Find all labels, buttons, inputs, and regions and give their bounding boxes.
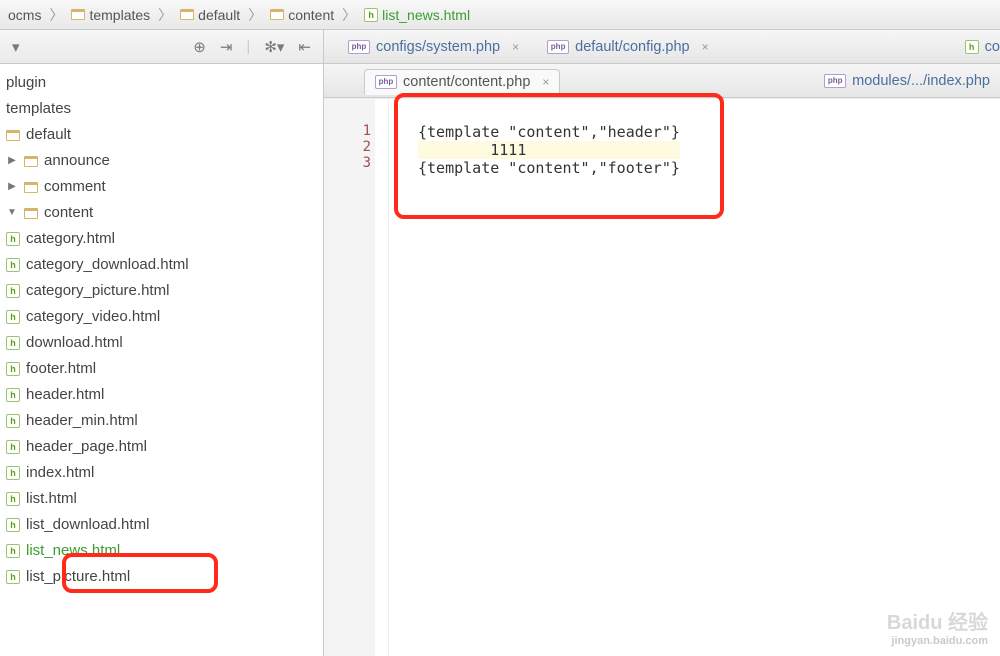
html-file-icon: h: [965, 40, 979, 54]
line-number: 3: [324, 155, 371, 171]
tab-overflow[interactable]: h co: [955, 35, 1000, 59]
html-file-icon: h: [6, 466, 20, 480]
chevron-down-icon[interactable]: ▼: [6, 200, 18, 226]
sidebar-toolbar: ▾ ⊕ ⇥ | ✻▾ ⇤: [0, 30, 323, 64]
file-list-picture[interactable]: hlist_picture.html: [0, 564, 323, 590]
html-file-icon: h: [6, 414, 20, 428]
file-category[interactable]: hcategory.html: [0, 226, 323, 252]
tree-templates[interactable]: templates: [0, 96, 323, 122]
tab-content-content[interactable]: php content/content.php ×: [364, 69, 560, 95]
file-footer[interactable]: hfooter.html: [0, 356, 323, 382]
php-file-icon: php: [824, 74, 846, 88]
chevron-right-icon[interactable]: ▶: [6, 148, 18, 174]
html-file-icon: h: [6, 388, 20, 402]
tree-content[interactable]: ▼content: [0, 200, 323, 226]
file-index[interactable]: hindex.html: [0, 460, 323, 486]
tree-plugin[interactable]: plugin: [0, 70, 323, 96]
crumb-ocms[interactable]: ocms: [4, 7, 45, 23]
collapse-icon[interactable]: ⇥: [220, 38, 233, 56]
close-icon[interactable]: ×: [702, 40, 709, 54]
tab-configs-system[interactable]: php configs/system.php ×: [338, 35, 529, 59]
folder-icon: [6, 130, 20, 141]
file-category-download[interactable]: hcategory_download.html: [0, 252, 323, 278]
php-file-icon: php: [375, 75, 397, 89]
html-file-icon: h: [364, 8, 378, 22]
file-header-page[interactable]: hheader_page.html: [0, 434, 323, 460]
divider: |: [246, 38, 250, 55]
file-category-picture[interactable]: hcategory_picture.html: [0, 278, 323, 304]
folder-icon: [180, 9, 194, 20]
close-icon[interactable]: ×: [542, 75, 549, 89]
line-gutter: 1 2 3: [324, 99, 382, 656]
editor-tabs-row-1: php configs/system.php × php default/con…: [324, 30, 1000, 64]
html-file-icon: h: [6, 284, 20, 298]
tab-default-config[interactable]: php default/config.php ×: [537, 35, 719, 59]
line-number: 1: [324, 123, 371, 139]
html-file-icon: h: [6, 336, 20, 350]
html-file-icon: h: [6, 232, 20, 246]
fold-bar: [375, 99, 389, 656]
html-file-icon: h: [6, 258, 20, 272]
tree-comment[interactable]: ▶comment: [0, 174, 323, 200]
folder-icon: [270, 9, 284, 20]
crumb-content[interactable]: content: [266, 7, 338, 23]
code-content[interactable]: {template "content","header"} 1111{templ…: [382, 99, 680, 656]
file-download[interactable]: hdownload.html: [0, 330, 323, 356]
crumb-default[interactable]: default: [176, 7, 244, 23]
file-header-min[interactable]: hheader_min.html: [0, 408, 323, 434]
crumb-templates[interactable]: templates: [67, 7, 154, 23]
folder-icon: [24, 156, 38, 167]
folder-icon: [71, 9, 85, 20]
folder-icon: [24, 182, 38, 193]
close-icon[interactable]: ×: [512, 40, 519, 54]
gear-icon[interactable]: ✻▾: [264, 38, 284, 56]
file-list-download[interactable]: hlist_download.html: [0, 512, 323, 538]
chevron-right-icon[interactable]: ▶: [6, 174, 18, 200]
html-file-icon: h: [6, 310, 20, 324]
html-file-icon: h: [6, 518, 20, 532]
code-editor[interactable]: 1 2 3 {template "content","header"} 1111…: [324, 98, 1000, 656]
file-list[interactable]: hlist.html: [0, 486, 323, 512]
hide-icon[interactable]: ⇤: [298, 38, 311, 56]
tab-modules-index[interactable]: php modules/.../index.php: [814, 69, 1000, 93]
line-number: 2: [324, 139, 371, 155]
file-category-video[interactable]: hcategory_video.html: [0, 304, 323, 330]
breadcrumb-bar: ocms 〉 templates 〉 default 〉 content 〉 h…: [0, 0, 1000, 30]
tree-default[interactable]: default: [0, 122, 323, 148]
editor-tabs-row-2: php content/content.php × php modules/..…: [324, 64, 1000, 98]
folder-icon: [24, 208, 38, 219]
crumb-file[interactable]: hlist_news.html: [360, 7, 474, 23]
project-dropdown-icon[interactable]: ▾: [12, 38, 20, 56]
html-file-icon: h: [6, 492, 20, 506]
editor-area: php configs/system.php × php default/con…: [324, 30, 1000, 656]
html-file-icon: h: [6, 544, 20, 558]
project-tree: plugin templates default ▶announce ▶comm…: [0, 64, 323, 590]
html-file-icon: h: [6, 362, 20, 376]
tree-announce[interactable]: ▶announce: [0, 148, 323, 174]
php-file-icon: php: [547, 40, 569, 54]
scroll-target-icon[interactable]: ⊕: [193, 38, 206, 56]
html-file-icon: h: [6, 440, 20, 454]
project-sidebar: ▾ ⊕ ⇥ | ✻▾ ⇤ plugin templates default ▶a…: [0, 30, 324, 656]
html-file-icon: h: [6, 570, 20, 584]
file-list-news[interactable]: hlist_news.html: [0, 538, 323, 564]
php-file-icon: php: [348, 40, 370, 54]
crumb-sep: 〉: [45, 5, 67, 25]
file-header[interactable]: hheader.html: [0, 382, 323, 408]
